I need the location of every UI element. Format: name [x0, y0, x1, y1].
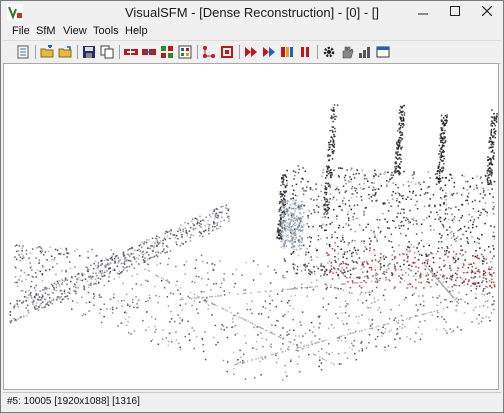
load-images-button[interactable] [123, 44, 139, 60]
open-folder-add-icon [40, 45, 54, 58]
gear-icon [323, 46, 335, 58]
dense-reconstruction-viewport[interactable] [3, 63, 499, 390]
toolbar-separator [317, 45, 318, 59]
app-window: VisualSFM - [Dense Reconstruction] - [0]… [0, 0, 504, 413]
save-button[interactable] [81, 44, 97, 60]
status-bar: #5: 10005 [1920x1088] [1316] [3, 392, 501, 411]
bar-chart-icon [359, 47, 370, 58]
cmvs-button[interactable] [279, 44, 295, 60]
open-folder-add-button[interactable] [39, 44, 55, 60]
show-matches-button[interactable] [177, 44, 193, 60]
minimize-button[interactable] [407, 1, 439, 21]
menu-sfm[interactable]: SfM [36, 25, 56, 37]
show-matches-icon [178, 45, 192, 59]
close-icon [482, 6, 492, 16]
maximize-button[interactable] [439, 1, 471, 21]
save-icon [83, 46, 95, 58]
window-icon [376, 46, 390, 58]
compute-matches-icon [161, 46, 173, 58]
notepad-icon [17, 45, 29, 59]
menu-help[interactable]: Help [125, 25, 148, 37]
maximize-icon [450, 6, 460, 16]
toolbar-separator [77, 45, 78, 59]
toolbar-separator [35, 45, 36, 59]
branch-icon [203, 46, 215, 58]
copy-button[interactable] [99, 44, 115, 60]
hand-icon [342, 46, 354, 59]
pause-button[interactable] [297, 44, 313, 60]
settings-button[interactable] [321, 44, 337, 60]
match-images-icon [142, 49, 156, 55]
copy-icon [100, 45, 114, 59]
stop-icon [221, 46, 233, 58]
bundle-icon [263, 47, 275, 57]
title-bar[interactable]: VisualSFM - [Dense Reconstruction] - [0]… [1, 1, 503, 23]
status-text: #5: 10005 [1920x1088] [1316] [7, 396, 140, 407]
toolbar-separator [197, 45, 198, 59]
stop-button[interactable] [219, 44, 235, 60]
toolbar-separator [119, 45, 120, 59]
cmvs-icon [281, 47, 293, 57]
toolbar [3, 40, 501, 64]
branch-button[interactable] [201, 44, 217, 60]
open-folder-button[interactable] [57, 44, 73, 60]
sparse-3d-icon [245, 47, 257, 57]
menu-bar: File SfM View Tools Help [1, 23, 503, 40]
sparse-3d-button[interactable] [243, 44, 259, 60]
load-images-icon [124, 49, 138, 55]
notepad-button[interactable] [15, 44, 31, 60]
menu-tools[interactable]: Tools [93, 25, 119, 37]
match-images-button[interactable] [141, 44, 157, 60]
bar-chart-button[interactable] [357, 44, 373, 60]
compute-matches-button[interactable] [159, 44, 175, 60]
menu-file[interactable]: File [12, 25, 30, 37]
minimize-icon [418, 13, 428, 15]
open-folder-icon [58, 46, 72, 58]
close-button[interactable] [471, 1, 503, 21]
menu-view[interactable]: View [63, 25, 87, 37]
window-button[interactable] [375, 44, 391, 60]
point-cloud [9, 104, 498, 381]
hand-button[interactable] [339, 44, 355, 60]
bundle-button[interactable] [261, 44, 277, 60]
toolbar-separator [239, 45, 240, 59]
pause-icon [301, 47, 309, 57]
